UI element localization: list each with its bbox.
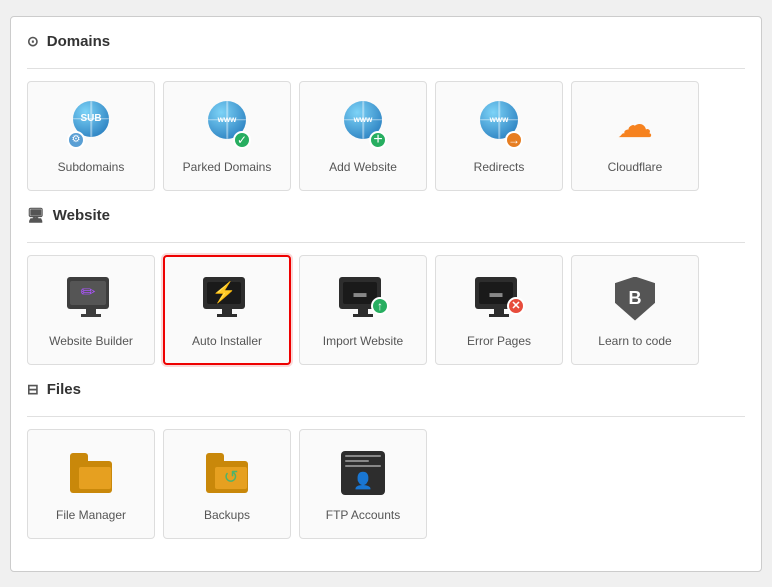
files-tiles: File Manager ↺ Backups [27,429,745,539]
upload-badge-icon: ↑ [371,297,389,315]
error-pages-label: Error Pages [467,334,531,348]
ftp-accounts-tile[interactable]: 👤 FTP Accounts [299,429,427,539]
cloudflare-label: Cloudflare [608,160,663,174]
add-website-tile[interactable]: www + Add Website [299,81,427,191]
ftp-accounts-label: FTP Accounts [326,508,400,522]
domains-icon: ⊙ [27,33,39,50]
main-container: ⊙ Domains SUB ⚙ Subdomains [10,16,762,572]
monitor-screen-icon: ▬ [490,285,503,300]
website-section: 🖥 Website ✏ Websi [27,207,745,365]
add-website-icon: www + [336,98,390,152]
website-divider [27,242,745,243]
cloudflare-cloud-icon: ☁ [617,104,653,146]
x-badge-icon: ✕ [507,297,525,315]
error-pages-tile[interactable]: ▬ ✕ Error Pages [435,255,563,365]
domains-header: ⊙ Domains [27,33,745,56]
redirects-label: Redirects [474,160,525,174]
monitor-icon: 🖥 [27,207,45,224]
files-title: Files [47,381,81,398]
subdomains-icon: SUB ⚙ [64,98,118,152]
cloudflare-icon: ☁ [608,98,662,152]
error-pages-icon: ▬ ✕ [472,272,526,326]
files-icon: ⊟ [27,381,39,398]
backups-label: Backups [204,508,250,522]
learn-to-code-tile[interactable]: B Learn to code [571,255,699,365]
file-manager-icon [64,446,118,500]
shield-b-icon: B [615,277,655,321]
cloudflare-tile[interactable]: ☁ Cloudflare [571,81,699,191]
subdomains-tile[interactable]: SUB ⚙ Subdomains [27,81,155,191]
ftp-person-icon: 👤 [353,471,373,491]
auto-installer-icon: ⚡ [200,272,254,326]
auto-installer-label: Auto Installer [192,334,262,348]
ftp-accounts-icon: 👤 [336,446,390,500]
add-website-label: Add Website [329,160,397,174]
refresh-arrow-icon: ↺ [223,467,238,488]
parked-domains-tile[interactable]: www ✓ Parked Domains [163,81,291,191]
import-website-icon: ▬ ↑ [336,272,390,326]
bolt-icon: ⚡ [212,280,237,305]
files-section: ⊟ Files File Manager [27,381,745,539]
website-builder-icon: ✏ [64,272,118,326]
file-manager-tile[interactable]: File Manager [27,429,155,539]
website-header: 🖥 Website [27,207,745,230]
backups-icon: ↺ [200,446,254,500]
import-website-label: Import Website [323,334,403,348]
redirects-icon: www → [472,98,526,152]
website-builder-label: Website Builder [49,334,133,348]
monitor-generic-icon: ▬ [354,285,367,300]
file-manager-label: File Manager [56,508,126,522]
redirects-tile[interactable]: www → Redirects [435,81,563,191]
subdomains-label: Subdomains [58,160,125,174]
website-tiles: ✏ Website Builder ⚡ [27,255,745,365]
learn-to-code-icon: B [608,272,662,326]
learn-to-code-label: Learn to code [598,334,671,348]
auto-installer-tile[interactable]: ⚡ Auto Installer [163,255,291,365]
parked-domains-icon: www ✓ [200,98,254,152]
pencil-icon: ✏ [80,282,95,303]
domains-tiles: SUB ⚙ Subdomains www ✓ Pa [27,81,745,191]
backups-tile[interactable]: ↺ Backups [163,429,291,539]
domains-title: Domains [47,33,110,50]
files-divider [27,416,745,417]
website-title: Website [53,207,110,224]
parked-domains-label: Parked Domains [183,160,272,174]
website-builder-tile[interactable]: ✏ Website Builder [27,255,155,365]
domains-divider [27,68,745,69]
domains-section: ⊙ Domains SUB ⚙ Subdomains [27,33,745,191]
files-header: ⊟ Files [27,381,745,404]
import-website-tile[interactable]: ▬ ↑ Import Website [299,255,427,365]
